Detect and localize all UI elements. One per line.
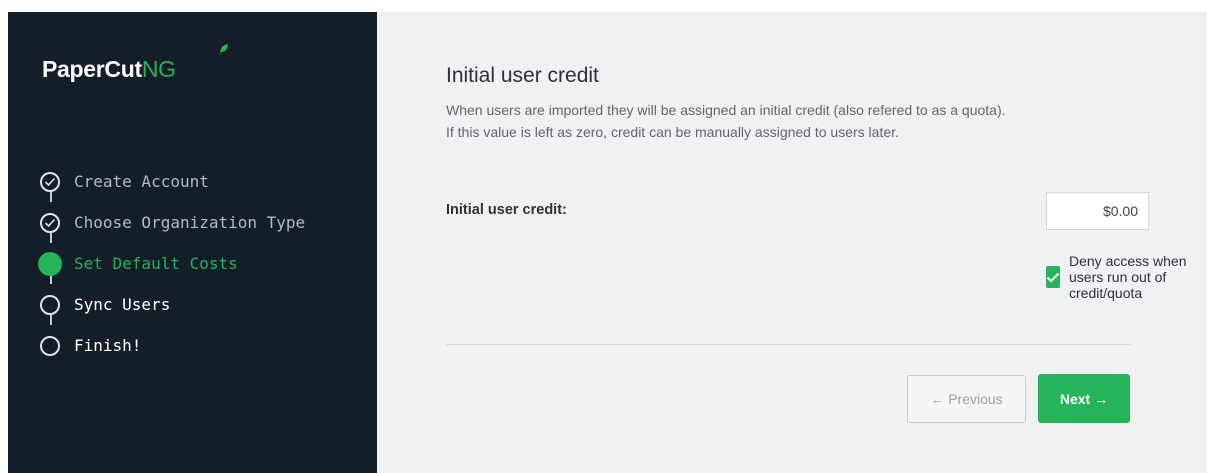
active-step-dot-icon	[38, 251, 62, 276]
page-title: Initial user credit	[446, 64, 599, 87]
step-label: Set Default Costs	[74, 254, 238, 273]
deny-access-option[interactable]: Deny access when users run out of credit…	[1046, 253, 1207, 301]
step-sync-users: Sync Users	[40, 284, 305, 325]
empty-circle-icon	[40, 294, 60, 315]
step-label: Choose Organization Type	[74, 213, 306, 232]
check-circle-icon	[40, 212, 60, 233]
main-panel: Initial user credit When users are impor…	[377, 12, 1207, 473]
logo-text-primary: PaperCut	[42, 56, 142, 82]
initial-credit-input[interactable]	[1046, 192, 1149, 230]
setup-wizard: PaperCutNG Create Account Choose Organiz…	[8, 12, 1207, 473]
initial-credit-label: Initial user credit:	[446, 202, 567, 218]
step-label: Create Account	[74, 172, 209, 191]
leaf-icon	[220, 44, 228, 55]
deny-access-label: Deny access when users run out of credit…	[1069, 253, 1187, 301]
checkmark-icon	[1046, 272, 1060, 283]
check-circle-icon	[40, 171, 60, 192]
sidebar: PaperCutNG Create Account Choose Organiz…	[8, 12, 377, 473]
step-finish: Finish!	[40, 325, 305, 366]
step-create-account: Create Account	[40, 161, 305, 202]
next-button[interactable]: Next →	[1038, 374, 1130, 423]
step-label: Sync Users	[74, 295, 171, 314]
empty-circle-icon	[40, 335, 60, 356]
step-choose-organization-type: Choose Organization Type	[40, 202, 305, 243]
wizard-steps: Create Account Choose Organization Type …	[38, 161, 305, 366]
logo-text-secondary: NG	[141, 56, 176, 82]
papercut-logo: PaperCutNG	[42, 44, 228, 83]
previous-button[interactable]: ← Previous	[907, 375, 1026, 423]
description-line: If this value is left as zero, credit ca…	[446, 124, 899, 140]
page-description: When users are imported they will be ass…	[446, 99, 1006, 143]
description-line: When users are imported they will be ass…	[446, 102, 1006, 118]
step-label: Finish!	[74, 336, 142, 355]
step-set-default-costs: Set Default Costs	[38, 243, 305, 284]
divider	[446, 344, 1131, 345]
deny-access-checkbox[interactable]	[1046, 266, 1060, 288]
